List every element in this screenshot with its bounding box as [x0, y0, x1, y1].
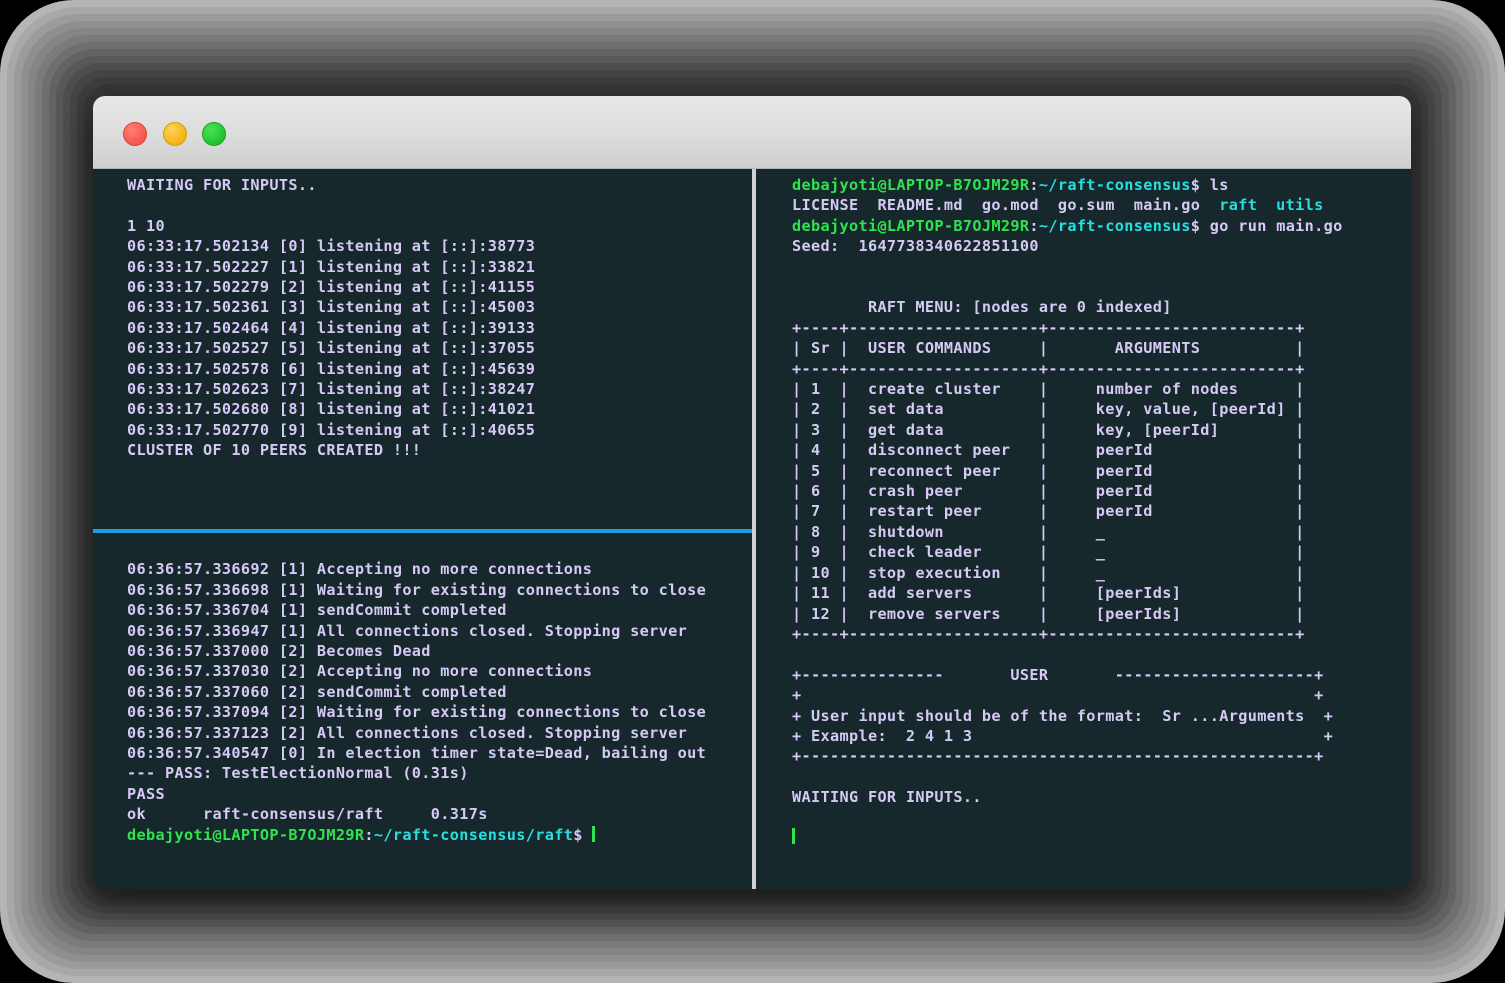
- top-left-line-12: 06:33:17.502770 [9] listening at [::]:40…: [127, 420, 536, 439]
- bottom-left-line-6: 06:36:57.337060 [2] sendCommit completed: [127, 682, 507, 701]
- user-box-title-rule: +--------------- USER ------------------…: [792, 665, 1324, 684]
- pane-bottom-left[interactable]: 06:36:57.336692 [1] Accepting no more co…: [93, 533, 752, 889]
- bottom-left-line-12: ok raft-consensus/raft 0.317s: [127, 805, 488, 824]
- prompt2-user-host: debajyoti@LAPTOP-B7OJM29R: [792, 216, 1030, 235]
- menu-table-header: | Sr | USER COMMANDS | ARGUMENTS |: [792, 339, 1305, 358]
- bottom-left-line-4: 06:36:57.337000 [2] Becomes Dead: [127, 642, 431, 661]
- menu-table-border-top: +----+--------------------+-------------…: [792, 318, 1305, 337]
- pane-top-left[interactable]: WAITING FOR INPUTS.. 1 10 06:33:17.50213…: [93, 169, 752, 529]
- right-blank-4: [792, 767, 1411, 787]
- menu-table-row-10: | 10 | stop execution | _ |: [792, 563, 1305, 582]
- prompt2-command: go run main.go: [1200, 216, 1343, 235]
- right-blank-2: [792, 277, 1411, 297]
- prompt1-sigil: $: [1190, 176, 1201, 194]
- raft-menu-title: RAFT MENU: [nodes are 0 indexed]: [792, 298, 1172, 317]
- ls-output-line: LICENSE README.md go.mod go.sum main.go …: [792, 195, 1411, 215]
- menu-table-row-1: | 1 | create cluster | number of nodes |: [792, 380, 1305, 399]
- right-cursor-line: [792, 827, 1411, 849]
- left-pane-column: WAITING FOR INPUTS.. 1 10 06:33:17.50213…: [93, 169, 752, 889]
- top-left-line-8: 06:33:17.502527 [5] listening at [::]:37…: [127, 339, 536, 358]
- bottom-left-line-2: 06:36:57.336704 [1] sendCommit completed: [127, 601, 507, 620]
- ls-files: LICENSE README.md go.mod go.sum main.go: [792, 196, 1220, 215]
- bottom-left-line-3: 06:36:57.336947 [1] All connections clos…: [127, 621, 688, 640]
- menu-table-header-rule: +----+--------------------+-------------…: [792, 359, 1305, 378]
- tmux-session-body: WAITING FOR INPUTS.. 1 10 06:33:17.50213…: [93, 169, 1411, 889]
- prompt1-user-host: debajyoti@LAPTOP-B7OJM29R: [792, 176, 1030, 194]
- top-left-line-0: WAITING FOR INPUTS..: [127, 176, 317, 194]
- waiting-for-inputs-line: WAITING FOR INPUTS..: [792, 788, 982, 807]
- right-shell-prompt-2: debajyoti@LAPTOP-B7OJM29R:~/raft-consens…: [792, 216, 1411, 236]
- pane-right[interactable]: debajyoti@LAPTOP-B7OJM29R:~/raft-consens…: [756, 169, 1411, 889]
- top-left-line-10: 06:33:17.502623 [7] listening at [::]:38…: [127, 380, 536, 399]
- user-box-bottom-rule: +---------------------------------------…: [792, 747, 1324, 766]
- top-left-line-11: 06:33:17.502680 [8] listening at [::]:41…: [127, 400, 536, 419]
- seed-line: Seed: 1647738340622851100: [792, 237, 1039, 256]
- bottom-left-blank-top: [127, 539, 752, 559]
- menu-table-row-2: | 2 | set data | key, value, [peerId] |: [792, 400, 1305, 419]
- menu-table-row-11: | 11 | add servers | [peerIds] |: [792, 584, 1305, 603]
- bottom-left-line-7: 06:36:57.337094 [2] Waiting for existing…: [127, 703, 707, 722]
- menu-table-row-5: | 5 | reconnect peer | peerId |: [792, 461, 1305, 480]
- prompt-sigil: $: [573, 825, 583, 844]
- top-left-line-2: 1 10: [127, 216, 165, 235]
- top-left-line-9: 06:33:17.502578 [6] listening at [::]:45…: [127, 359, 536, 378]
- bottom-left-line-1: 06:36:57.336698 [1] Waiting for existing…: [127, 580, 707, 599]
- text-cursor: [792, 827, 795, 844]
- prompt1-path: ~/raft-consensus: [1038, 176, 1191, 194]
- right-blank-1: [792, 257, 1411, 277]
- prompt2-colon: :: [1029, 216, 1039, 235]
- top-left-line-7: 06:33:17.502464 [4] listening at [::]:39…: [127, 318, 536, 337]
- prompt1-command: ls: [1200, 176, 1229, 194]
- text-cursor: [592, 825, 596, 842]
- menu-table-border-bottom: +----+--------------------+-------------…: [792, 624, 1305, 643]
- bottom-left-line-10: --- PASS: TestElectionNormal (0.31s): [127, 764, 469, 783]
- window-titlebar: [93, 96, 1411, 169]
- top-left-line-13: CLUSTER OF 10 PEERS CREATED !!!: [127, 441, 422, 460]
- close-button-icon[interactable]: [123, 122, 147, 146]
- right-blank-5: [792, 808, 1411, 828]
- right-shell-prompt-1: debajyoti@LAPTOP-B7OJM29R:~/raft-consens…: [792, 175, 1411, 195]
- menu-table-row-12: | 12 | remove servers | [peerIds] |: [792, 604, 1305, 623]
- user-box-example-hint: + Example: 2 4 1 3 +: [792, 726, 1334, 745]
- menu-table-row-7: | 7 | restart peer | peerId |: [792, 502, 1305, 521]
- prompt-user-host: debajyoti@LAPTOP-B7OJM29R: [127, 825, 365, 844]
- top-left-line-3: 06:33:17.502134 [0] listening at [::]:38…: [127, 237, 536, 256]
- bottom-left-line-8: 06:36:57.337123 [2] All connections clos…: [127, 723, 688, 742]
- bottom-left-line-11: PASS: [127, 784, 165, 803]
- maximize-button-icon[interactable]: [202, 122, 226, 146]
- top-left-line-5: 06:33:17.502279 [2] listening at [::]:41…: [127, 278, 536, 297]
- prompt-colon: :: [364, 825, 374, 844]
- prompt2-sigil: $: [1190, 216, 1201, 235]
- bottom-left-line-9: 06:36:57.340547 [0] In election timer st…: [127, 744, 707, 763]
- menu-table-row-4: | 4 | disconnect peer | peerId |: [792, 441, 1305, 460]
- prompt1-colon: :: [1029, 176, 1039, 194]
- menu-table-row-3: | 3 | get data | key, [peerId] |: [792, 420, 1305, 439]
- terminal-window: WAITING FOR INPUTS.. 1 10 06:33:17.50213…: [93, 96, 1411, 889]
- prompt-path: ~/raft-consensus/raft: [373, 825, 574, 844]
- right-blank-3: [792, 644, 1411, 664]
- menu-table-row-9: | 9 | check leader | _ |: [792, 543, 1305, 562]
- menu-table-row-6: | 6 | crash peer | peerId |: [792, 482, 1305, 501]
- top-left-line-6: 06:33:17.502361 [3] listening at [::]:45…: [127, 298, 536, 317]
- top-left-blank: [127, 195, 752, 215]
- top-left-line-4: 06:33:17.502227 [1] listening at [::]:33…: [127, 257, 536, 276]
- bottom-left-shell-prompt: debajyoti@LAPTOP-B7OJM29R:~/raft-consens…: [127, 825, 752, 845]
- ls-dirs: raft utils: [1219, 196, 1324, 215]
- user-box-format-hint: + User input should be of the format: Sr…: [792, 706, 1334, 725]
- user-box-empty-row: + +: [792, 686, 1324, 705]
- bottom-left-line-5: 06:36:57.337030 [2] Accepting no more co…: [127, 662, 593, 681]
- minimize-button-icon[interactable]: [163, 122, 187, 146]
- prompt2-path: ~/raft-consensus: [1038, 216, 1191, 235]
- right-pane-column: debajyoti@LAPTOP-B7OJM29R:~/raft-consens…: [756, 169, 1411, 889]
- bottom-left-line-0: 06:36:57.336692 [1] Accepting no more co…: [127, 560, 593, 579]
- menu-table-row-8: | 8 | shutdown | _ |: [792, 522, 1305, 541]
